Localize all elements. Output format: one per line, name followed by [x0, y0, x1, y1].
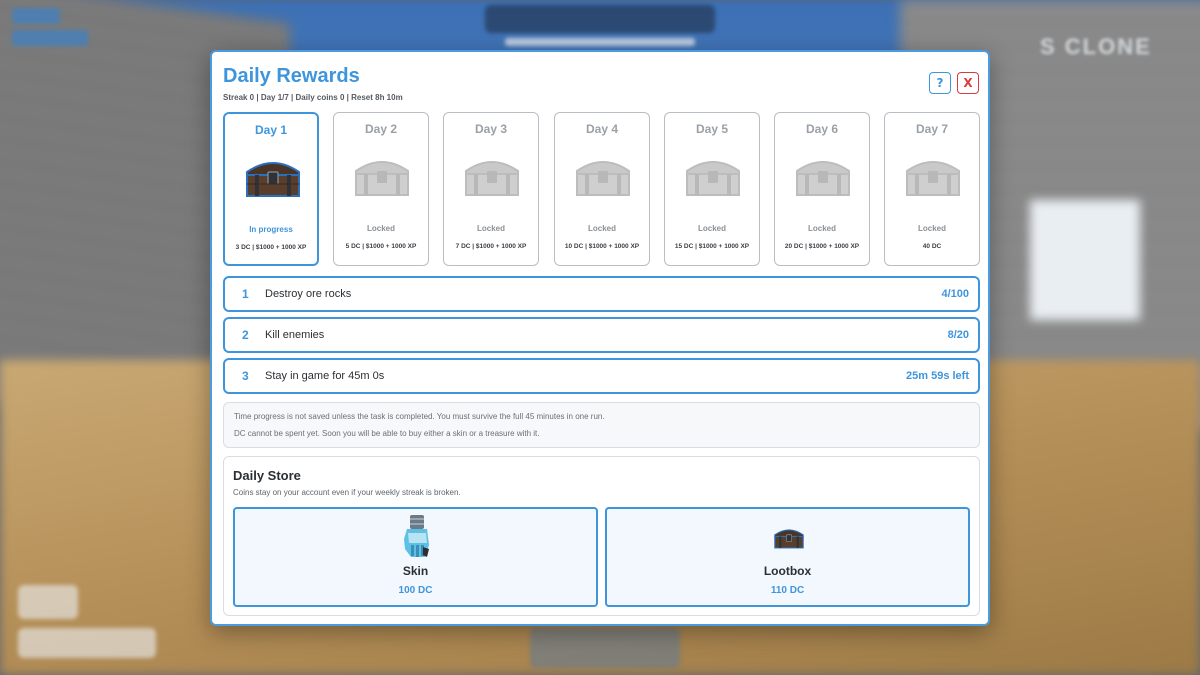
hud-bottom-left-panel [18, 585, 78, 619]
day-label: Day 6 [805, 122, 839, 136]
day-reward: 40 DC [922, 243, 942, 250]
task-progress: 4/100 [941, 288, 969, 300]
store-item-price: 110 DC [770, 585, 805, 596]
day-status: Locked [366, 224, 395, 233]
task-number: 2 [242, 328, 249, 342]
store-item-skin[interactable]: Skin 100 DC [233, 507, 598, 607]
day-card-6[interactable]: Day 6 Locked 20 DC | $1000 + 1000 XP [774, 112, 870, 266]
task-number: 3 [242, 369, 249, 383]
store-title: Daily Store [233, 468, 301, 483]
day-cards: Day 1 In progress 3 DC | $1000 + 1000 XP… [223, 112, 980, 266]
store-item-name: Skin [402, 564, 429, 578]
task-name: Destroy ore rocks [265, 288, 352, 300]
note-line-1: Time progress is not saved unless the ta… [234, 412, 605, 421]
day-status: Locked [697, 224, 726, 233]
store-item-name: Lootbox [763, 564, 812, 578]
store-subtitle: Coins stay on your account even if your … [233, 488, 461, 497]
day-reward: 7 DC | $1000 + 1000 XP [455, 243, 527, 250]
treasure-chest-icon [465, 161, 519, 196]
day-label: Day 5 [695, 122, 729, 136]
task-name: Stay in game for 45m 0s [265, 370, 385, 382]
day-status: Locked [587, 224, 616, 233]
treasure-chest-icon [796, 161, 850, 196]
note-line-2: DC cannot be spent yet. Soon you will be… [234, 429, 540, 438]
hud-top-bar [505, 38, 695, 46]
info-note: Time progress is not saved unless the ta… [223, 402, 980, 448]
day-card-4[interactable]: Day 4 Locked 10 DC | $1000 + 1000 XP [554, 112, 650, 266]
help-button[interactable]: ? [929, 72, 951, 94]
task-progress: 8/20 [947, 329, 969, 341]
day-label: Day 1 [254, 123, 288, 137]
daily-store: Daily Store Coins stay on your account e… [223, 456, 980, 616]
daily-rewards-modal: Daily Rewards Streak 0 | Day 1/7 | Daily… [210, 50, 990, 626]
hud-bottom-left-button [18, 628, 156, 658]
store-item-price: 100 DC [398, 585, 433, 596]
day-reward: 3 DC | $1000 + 1000 XP [235, 244, 307, 251]
day-status: Locked [807, 224, 836, 233]
treasure-chest-icon [246, 162, 300, 197]
day-card-2[interactable]: Day 2 Locked 5 DC | $1000 + 1000 XP [333, 112, 429, 266]
treasure-chest-icon [906, 161, 960, 196]
day-card-5[interactable]: Day 5 Locked 15 DC | $1000 + 1000 XP [664, 112, 760, 266]
day-label: Day 4 [585, 122, 619, 136]
modal-subtitle: Streak 0 | Day 1/7 | Daily coins 0 | Res… [223, 93, 403, 102]
treasure-chest-icon [355, 161, 409, 196]
task-number: 1 [242, 287, 249, 301]
store-item-lootbox[interactable]: Lootbox 110 DC [605, 507, 970, 607]
hud-top-left-button-2 [12, 30, 88, 46]
task-row-3: 3 Stay in game for 45m 0s 25m 59s left [223, 358, 980, 394]
day-label: Day 3 [474, 122, 508, 136]
day-card-7[interactable]: Day 7 Locked 40 DC [884, 112, 980, 266]
modal-title: Daily Rewards [223, 65, 360, 87]
day-reward: 15 DC | $1000 + 1000 XP [674, 243, 750, 250]
task-progress: 25m 59s left [906, 370, 969, 382]
day-status: Locked [476, 224, 505, 233]
treasure-chest-icon [686, 161, 740, 196]
game-logo: S CLONE [1040, 34, 1152, 59]
day-reward: 10 DC | $1000 + 1000 XP [564, 243, 640, 250]
wall-window [1030, 200, 1140, 320]
day-reward: 5 DC | $1000 + 1000 XP [345, 243, 417, 250]
day-reward: 20 DC | $1000 + 1000 XP [784, 243, 860, 250]
day-card-3[interactable]: Day 3 Locked 7 DC | $1000 + 1000 XP [443, 112, 539, 266]
treasure-chest-icon [576, 161, 630, 196]
hud-hotbar [530, 628, 680, 668]
task-row-1: 1 Destroy ore rocks 4/100 [223, 276, 980, 312]
day-status: In progress [249, 225, 293, 234]
task-name: Kill enemies [265, 329, 325, 341]
day-card-1[interactable]: Day 1 In progress 3 DC | $1000 + 1000 XP [223, 112, 319, 266]
hud-top-inventory [485, 5, 715, 33]
hud-top-left-button [12, 8, 60, 24]
day-status: Locked [917, 224, 946, 233]
day-label: Day 2 [364, 122, 398, 136]
close-button[interactable]: X [957, 72, 979, 94]
day-label: Day 7 [915, 122, 949, 136]
task-row-2: 2 Kill enemies 8/20 [223, 317, 980, 353]
glove-skin-icon [404, 515, 429, 557]
treasure-chest-icon [774, 529, 804, 549]
